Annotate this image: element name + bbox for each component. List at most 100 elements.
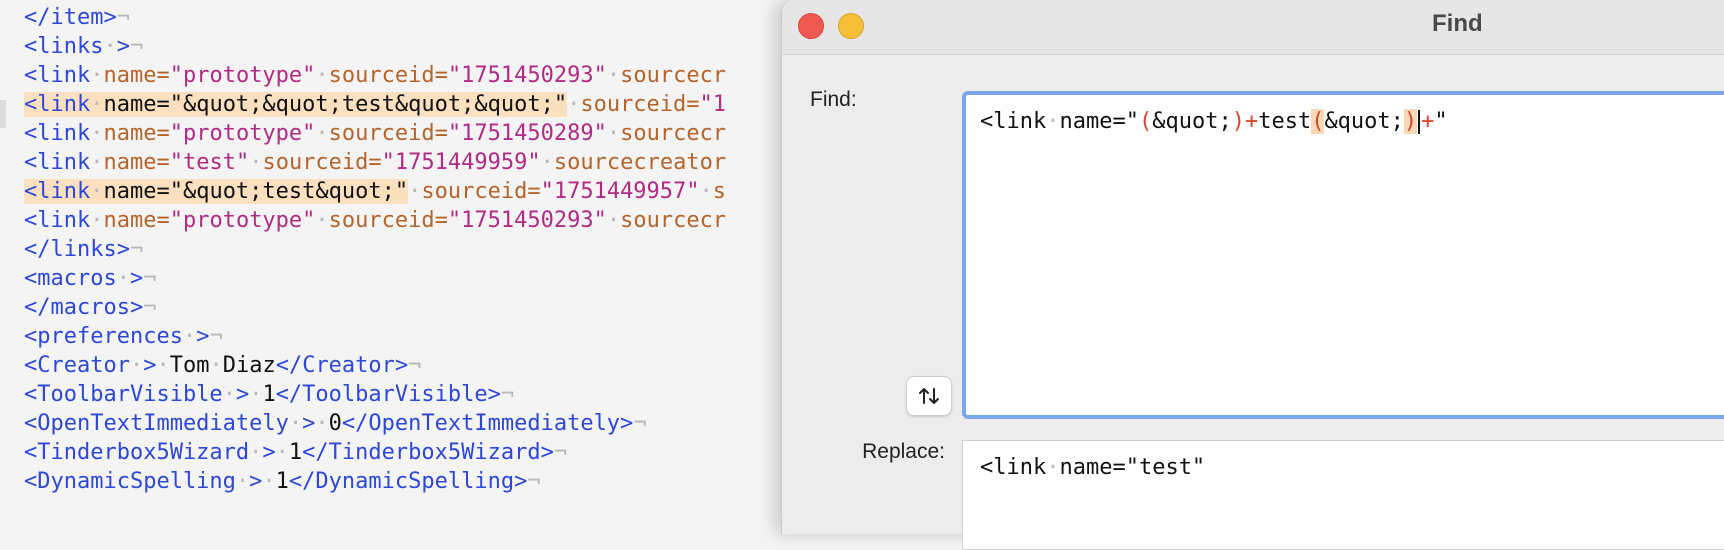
code-line: <link·name="&quot;&quot;test&quot;&quot;…: [24, 89, 726, 121]
code-token: ·: [90, 121, 104, 146]
code-token: </OpenTextImmediately>: [341, 411, 634, 436]
code-token: <link: [24, 179, 91, 204]
code-token: </DynamicSpelling>: [288, 469, 528, 494]
code-token: ¬: [500, 382, 515, 407]
code-token: >: [235, 382, 250, 407]
code-line: <OpenTextImmediately·>·0</OpenTextImmedi…: [24, 408, 647, 440]
code-token: ¬: [143, 295, 157, 320]
code-token: ·: [90, 179, 104, 204]
code-token: ·: [315, 411, 329, 436]
code-token: ·: [90, 150, 104, 175]
code-token: <Creator: [24, 353, 130, 378]
code-token: <ToolbarVisible: [24, 382, 223, 407]
code-token: ·: [288, 411, 303, 436]
code-token: ·: [249, 382, 263, 407]
code-token: ·: [606, 121, 621, 146]
code-line: <ToolbarVisible·>·1</ToolbarVisible>¬: [24, 379, 514, 411]
code-line: <preferences·>¬: [24, 321, 223, 353]
code-token: 1: [275, 469, 289, 494]
code-token: ·: [262, 469, 276, 494]
code-token: >: [143, 353, 157, 378]
minimize-button[interactable]: [838, 13, 864, 39]
code-token: </Creator>: [275, 353, 409, 378]
code-token: ·: [275, 440, 289, 465]
code-token: ·: [90, 63, 104, 88]
code-token: ·: [103, 34, 117, 59]
code-token: >: [249, 469, 263, 494]
text-token: ): [1231, 109, 1245, 134]
text-token: +: [1244, 109, 1259, 134]
code-token: name=: [103, 121, 170, 146]
code-token: <link: [24, 92, 91, 117]
code-token: "test": [169, 150, 250, 175]
text-token: ": [1434, 109, 1448, 134]
code-token: ·: [90, 208, 104, 233]
code-token: name=: [103, 63, 170, 88]
code-token: ·: [315, 121, 329, 146]
code-editor[interactable]: </item>¬ <links·>¬ <link·name="prototype"·…: [0, 0, 780, 534]
code-token: ·: [606, 63, 621, 88]
code-token: sourceid=: [262, 150, 382, 175]
code-line: <link·name="&quot;test&quot;"·sourceid="…: [24, 176, 726, 208]
code-token: "1: [699, 92, 727, 117]
code-token: sourceid=: [328, 63, 448, 88]
code-token: sourcecr: [620, 208, 727, 233]
code-line: </links>¬: [24, 234, 143, 266]
text-token: name="test": [1059, 455, 1206, 480]
find-field[interactable]: [962, 91, 1724, 419]
code-token: "1751450289": [447, 121, 607, 146]
code-token: name=: [103, 208, 170, 233]
code-line: <macros·>¬: [24, 263, 156, 295]
code-line: <Creator·>·Tom·Diaz</Creator>¬: [24, 350, 421, 382]
text-token: &quot;: [1324, 109, 1404, 134]
text-token: ·: [1046, 455, 1060, 480]
code-token: "prototype": [169, 63, 316, 88]
code-line: <link·name="test"·sourceid="1751449959"·…: [24, 147, 726, 179]
code-token: >: [302, 411, 316, 436]
code-token: ·: [606, 208, 621, 233]
code-token: "1751449957": [540, 179, 700, 204]
code-token: "prototype": [169, 121, 316, 146]
code-token: </Tinderbox5Wizard>: [302, 440, 554, 465]
code-token: ·: [90, 92, 104, 117]
code-token: ·: [156, 353, 170, 378]
code-token: <OpenTextImmediately: [24, 411, 289, 436]
code-token: sourcecr: [620, 121, 727, 146]
code-token: ¬: [129, 237, 144, 262]
text-token: <link: [980, 455, 1047, 480]
code-token: "prototype": [169, 208, 316, 233]
code-token: <link: [24, 121, 91, 146]
code-token: >: [129, 266, 144, 291]
text-token: ·: [1046, 109, 1060, 134]
text-token: test: [1258, 109, 1312, 134]
code-token: ·: [315, 63, 329, 88]
code-token: ¬: [116, 5, 130, 30]
text-token: ): [1403, 109, 1418, 134]
find-label: Find:: [810, 88, 857, 111]
code-token: <link: [24, 63, 91, 88]
text-token: +: [1421, 109, 1435, 134]
code-token: "1751450293": [447, 63, 607, 88]
code-token: ·: [235, 469, 250, 494]
replace-text[interactable]: <link·name="test": [980, 452, 1205, 484]
text-caret: [1418, 110, 1421, 134]
close-button[interactable]: [798, 13, 824, 39]
code-token: ·: [129, 353, 144, 378]
code-token: s: [712, 179, 727, 204]
window-title: Find: [1432, 10, 1483, 37]
code-token: "1751449959": [381, 150, 541, 175]
code-token: 1: [288, 440, 303, 465]
code-token: >: [116, 34, 130, 59]
text-token: name=": [1059, 109, 1139, 134]
code-token: sourceid=: [328, 121, 448, 146]
find-text[interactable]: <link·name="(&quot;)+test(&quot;) +": [980, 106, 1448, 138]
code-token: ·: [699, 179, 713, 204]
code-line: <link·name="prototype"·sourceid="1751450…: [24, 205, 726, 237]
swap-arrows-icon: [919, 388, 939, 404]
code-token: name="&quot;&quot;test&quot;&quot;": [103, 92, 568, 117]
code-token: ·: [315, 208, 329, 233]
swap-button[interactable]: [906, 376, 952, 416]
code-token: 1: [262, 382, 276, 407]
code-line: <DynamicSpelling·>·1</DynamicSpelling>¬: [24, 466, 541, 498]
text-token: (: [1138, 109, 1153, 134]
